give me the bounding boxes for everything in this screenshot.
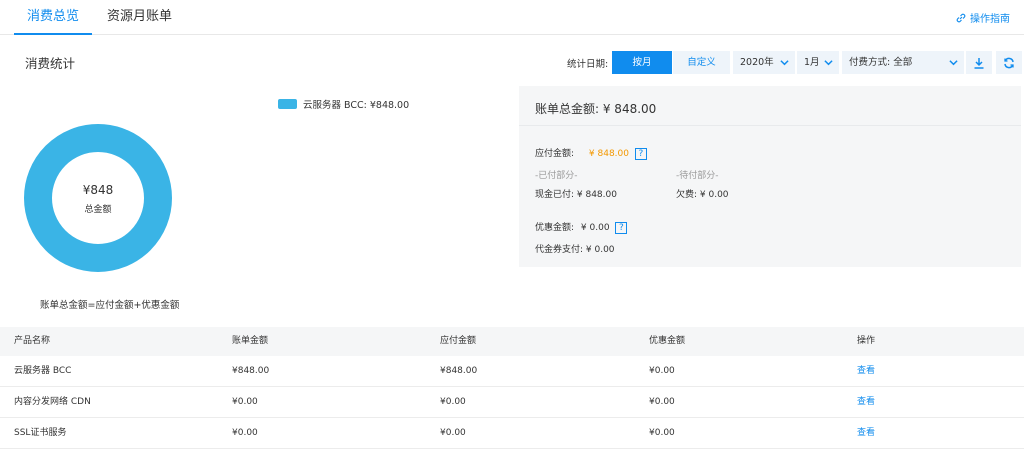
pay-method-select[interactable]: 付费方式: 全部 <box>842 51 964 74</box>
tab-bar: 消费总览 资源月账单 操作指南 <box>0 0 1024 35</box>
view-link[interactable]: 查看 <box>857 356 875 387</box>
help-icon[interactable]: ? <box>634 147 647 160</box>
chart-legend: 云服务器 BCC: ¥848.00 <box>278 97 409 111</box>
donut-total-value: ¥848 <box>82 183 114 197</box>
chevron-down-icon <box>949 60 958 66</box>
legend-label: 云服务器 BCC: ¥848.00 <box>303 100 410 111</box>
guide-label: 操作指南 <box>970 14 1010 25</box>
discount-amount: ¥0.00 <box>649 397 675 407</box>
pay-method-value: 付费方式: 全部 <box>849 57 913 68</box>
payable-row: 应付金额: ¥ 848.00 ? <box>535 146 647 160</box>
product-name: 云服务器 BCC <box>14 366 72 376</box>
product-name: 内容分发网络 CDN <box>14 397 91 407</box>
cash-paid: 现金已付: ¥ 848.00 <box>535 190 617 200</box>
view-link[interactable]: 查看 <box>857 387 875 418</box>
formula-note: 账单总金额=应付金额+优惠金额 <box>40 300 180 311</box>
table-row: SSL证书服务 ¥0.00 ¥0.00 ¥0.00 查看 <box>0 418 1024 449</box>
col-discount-amount: 优惠金额 <box>649 336 686 346</box>
section-title: 消费统计 <box>25 56 76 71</box>
discount-label: 优惠金额: <box>535 223 575 233</box>
month-select[interactable]: 1月 <box>797 51 839 74</box>
product-table: 产品名称 账单金额 应付金额 优惠金额 操作 云服务器 BCC ¥848.00 … <box>0 327 1024 449</box>
by-month-button[interactable]: 按月 <box>612 51 672 74</box>
payable-amount: ¥848.00 <box>440 366 478 376</box>
bill-total: 账单总金额: ¥ 848.00 <box>535 102 657 116</box>
legend-swatch <box>278 99 297 109</box>
owed: 欠费: ¥ 0.00 <box>676 190 729 200</box>
link-icon <box>956 13 966 22</box>
year-value: 2020年 <box>740 57 774 68</box>
summary-panel: 账单总金额: ¥ 848.00 应付金额: ¥ 848.00 ? -已付部分- … <box>519 86 1021 267</box>
voucher-paid: 代金券支付: ¥ 0.00 <box>535 245 615 255</box>
col-action: 操作 <box>857 336 876 346</box>
chevron-down-icon <box>780 60 789 66</box>
donut-total-label: 总金额 <box>84 205 112 215</box>
bill-amount: ¥848.00 <box>232 366 270 376</box>
download-button[interactable] <box>966 51 992 74</box>
date-label: 统计日期: <box>567 59 609 70</box>
download-icon <box>974 57 984 69</box>
table-header: 产品名称 账单金额 应付金额 优惠金额 操作 <box>0 327 1024 356</box>
payable-label: 应付金额: <box>535 149 575 159</box>
refresh-button[interactable] <box>996 51 1022 74</box>
tab-monthly-bill[interactable]: 资源月账单 <box>107 0 172 35</box>
custom-range-button[interactable]: 自定义 <box>673 51 730 74</box>
table-row: 内容分发网络 CDN ¥0.00 ¥0.00 ¥0.00 查看 <box>0 387 1024 418</box>
table-row: 云服务器 BCC ¥848.00 ¥848.00 ¥0.00 查看 <box>0 356 1024 387</box>
view-link[interactable]: 查看 <box>857 418 875 449</box>
payable-amount: ¥0.00 <box>440 428 466 438</box>
discount-value: ¥ 0.00 <box>580 223 610 233</box>
payable-value: ¥ 848.00 <box>588 149 629 159</box>
refresh-icon <box>1004 57 1014 68</box>
panel-header: 账单总金额: ¥ 848.00 <box>519 86 1021 126</box>
month-value: 1月 <box>804 57 820 68</box>
bill-amount: ¥0.00 <box>232 397 258 407</box>
col-product-name: 产品名称 <box>14 336 51 346</box>
help-icon[interactable]: ? <box>615 221 628 234</box>
bill-amount: ¥0.00 <box>232 428 258 438</box>
tab-overview[interactable]: 消费总览 <box>14 0 92 35</box>
discount-amount: ¥0.00 <box>649 428 675 438</box>
col-payable-amount: 应付金额 <box>440 336 477 346</box>
discount-amount: ¥0.00 <box>649 366 675 376</box>
col-bill-amount: 账单金额 <box>232 336 269 346</box>
guide-link[interactable]: 操作指南 <box>955 10 1010 25</box>
donut-center: ¥848 总金额 <box>24 183 172 215</box>
year-select[interactable]: 2020年 <box>733 51 795 74</box>
pending-part-label: -待付部分- <box>676 171 719 181</box>
discount-row: 优惠金额: ¥ 0.00 ? <box>535 220 628 234</box>
product-name: SSL证书服务 <box>14 428 67 438</box>
paid-part-label: -已付部分- <box>535 171 578 181</box>
payable-amount: ¥0.00 <box>440 397 466 407</box>
chevron-down-icon <box>824 60 833 66</box>
